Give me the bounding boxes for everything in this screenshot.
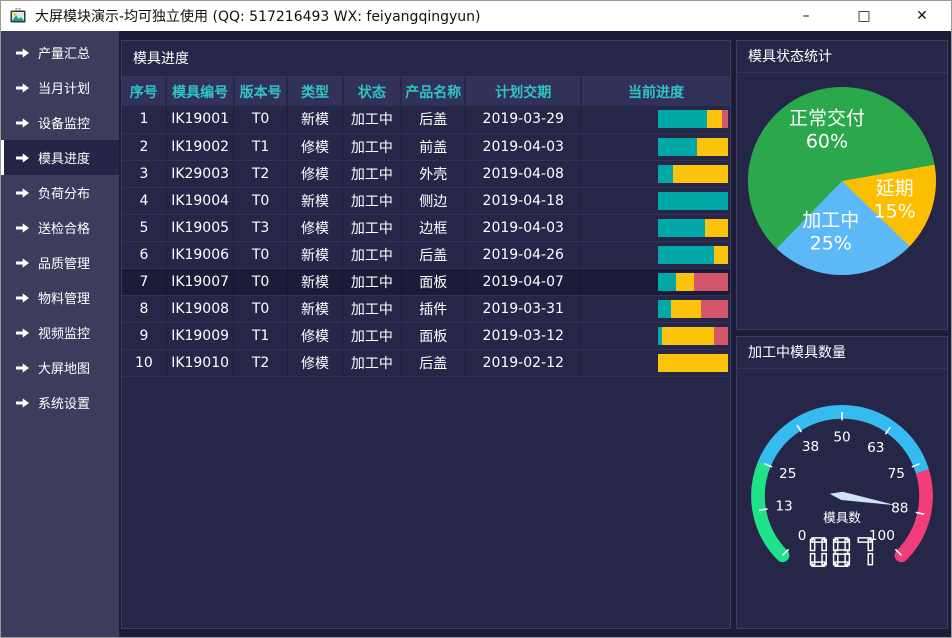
gauge-needle xyxy=(830,492,896,505)
gauge-tick-13: 13 xyxy=(775,499,792,515)
gauge-tick-0: 0 xyxy=(798,528,807,544)
mold-count-gauge: 0 13 25 38 50 63 75 88 100 模具 xyxy=(737,369,947,583)
window-controls: – □ ✕ xyxy=(777,8,951,24)
sidebar-item-11[interactable]: 系统设置 xyxy=(1,385,119,420)
arrow-right-icon xyxy=(16,48,29,58)
progress-bar xyxy=(658,138,728,156)
arrow-right-icon xyxy=(16,398,29,408)
sidebar: 产量汇总当月计划设备监控模具进度负荷分布送检合格品质管理物料管理视频监控大屏地图… xyxy=(1,31,119,637)
maximize-button[interactable]: □ xyxy=(835,8,893,24)
column-header-8: 当前进度 xyxy=(581,77,730,106)
pie-label-processing: 加工中 25% xyxy=(802,205,859,254)
mold-status-panel: 模具状态统计 正常交付 60% 延期 15% 加工中 xyxy=(736,40,948,330)
table-row[interactable]: 1IK19001T0新模加工中后盖2019-03-29 xyxy=(122,106,730,133)
sidebar-item-8[interactable]: 物料管理 xyxy=(1,280,119,315)
close-button[interactable]: ✕ xyxy=(893,8,951,24)
column-header-6: 产品名称 xyxy=(401,77,465,106)
table-row[interactable]: 9IK19009T1修模加工中面板2019-03-12 xyxy=(122,322,730,349)
column-header-1: 序号 xyxy=(122,77,166,106)
progress-bar xyxy=(658,246,728,264)
right-column: 模具状态统计 正常交付 60% 延期 15% 加工中 xyxy=(736,40,948,629)
mold-progress-table: 序号模具编号版本号类型状态产品名称计划交期当前进度 1IK19001T0新模加工… xyxy=(122,77,730,377)
table-row[interactable]: 6IK19006T0新模加工中后盖2019-04-26 xyxy=(122,241,730,268)
sidebar-item-7[interactable]: 品质管理 xyxy=(1,245,119,280)
arrow-right-icon xyxy=(16,83,29,93)
arrow-right-icon xyxy=(16,153,29,163)
table-row[interactable]: 10IK19010T2修模加工中后盖2019-02-12 xyxy=(122,349,730,376)
mold-progress-panel-title: 模具进度 xyxy=(122,41,730,77)
gauge-digital-value xyxy=(811,538,873,566)
progress-bar xyxy=(658,273,728,291)
gauge-tick-50: 50 xyxy=(833,429,850,445)
pie-label-delayed: 延期 15% xyxy=(874,173,916,222)
column-header-4: 类型 xyxy=(287,77,342,106)
minimize-button[interactable]: – xyxy=(777,8,835,24)
pie-label-normal: 正常交付 60% xyxy=(789,104,865,153)
gauge-tick-25: 25 xyxy=(779,466,796,482)
content-area: 模具进度 序号模具编号版本号类型状态产品名称计划交期当前进度 1IK19001T… xyxy=(119,31,951,637)
gauge-tick-88: 88 xyxy=(891,501,908,517)
progress-bar xyxy=(658,300,728,318)
column-header-3: 版本号 xyxy=(234,77,288,106)
processing-count-panel-title: 加工中模具数量 xyxy=(737,337,947,369)
sidebar-item-4[interactable]: 模具进度 xyxy=(1,140,119,175)
gauge-tick-38: 38 xyxy=(802,439,819,455)
titlebar: 大屏模块演示-均可独立使用 (QQ: 517216493 WX: feiyang… xyxy=(1,1,951,31)
arrow-right-icon xyxy=(16,328,29,338)
table-row[interactable]: 7IK19007T0新模加工中面板2019-04-07 xyxy=(122,268,730,295)
app-icon xyxy=(9,8,27,24)
arrow-right-icon xyxy=(16,118,29,128)
progress-bar xyxy=(658,219,728,237)
gauge-tick-63: 63 xyxy=(867,440,884,456)
progress-bar xyxy=(658,165,728,183)
arrow-right-icon xyxy=(16,258,29,268)
column-header-7: 计划交期 xyxy=(465,77,581,106)
app-window: 大屏模块演示-均可独立使用 (QQ: 517216493 WX: feiyang… xyxy=(0,0,952,638)
table-row[interactable]: 8IK19008T0新模加工中插件2019-03-31 xyxy=(122,295,730,322)
app-body: 产量汇总当月计划设备监控模具进度负荷分布送检合格品质管理物料管理视频监控大屏地图… xyxy=(1,31,951,637)
progress-bar xyxy=(658,354,728,372)
table-row[interactable]: 3IK29003T2修模加工中外壳2019-04-08 xyxy=(122,160,730,187)
column-header-2: 模具编号 xyxy=(166,77,233,106)
progress-bar xyxy=(658,110,728,128)
column-header-5: 状态 xyxy=(343,77,401,106)
table-row[interactable]: 4IK19004T0新模加工中侧边2019-04-18 xyxy=(122,187,730,214)
mold-status-panel-title: 模具状态统计 xyxy=(737,41,947,73)
sidebar-item-6[interactable]: 送检合格 xyxy=(1,210,119,245)
progress-bar xyxy=(658,192,728,210)
status-pie-chart: 正常交付 60% 延期 15% 加工中 25% xyxy=(748,87,936,275)
window-title: 大屏模块演示-均可独立使用 (QQ: 517216493 WX: feiyang… xyxy=(35,6,777,26)
sidebar-item-5[interactable]: 负荷分布 xyxy=(1,175,119,210)
sidebar-item-9[interactable]: 视频监控 xyxy=(1,315,119,350)
mold-progress-panel: 模具进度 序号模具编号版本号类型状态产品名称计划交期当前进度 1IK19001T… xyxy=(121,40,731,629)
table-row[interactable]: 5IK19005T3修模加工中边框2019-04-03 xyxy=(122,214,730,241)
progress-bar xyxy=(658,327,728,345)
table-row[interactable]: 2IK19002T1修模加工中前盖2019-04-03 xyxy=(122,133,730,160)
sidebar-item-1[interactable]: 产量汇总 xyxy=(1,35,119,70)
sidebar-item-3[interactable]: 设备监控 xyxy=(1,105,119,140)
sidebar-item-10[interactable]: 大屏地图 xyxy=(1,350,119,385)
arrow-right-icon xyxy=(16,363,29,373)
arrow-right-icon xyxy=(16,293,29,303)
gauge-tick-75: 75 xyxy=(888,466,905,482)
table-header-row: 序号模具编号版本号类型状态产品名称计划交期当前进度 xyxy=(122,77,730,106)
gauge-unit-label: 模具数 xyxy=(823,510,861,525)
sidebar-item-2[interactable]: 当月计划 xyxy=(1,70,119,105)
arrow-right-icon xyxy=(16,188,29,198)
arrow-right-icon xyxy=(16,223,29,233)
processing-count-panel: 加工中模具数量 xyxy=(736,336,948,629)
